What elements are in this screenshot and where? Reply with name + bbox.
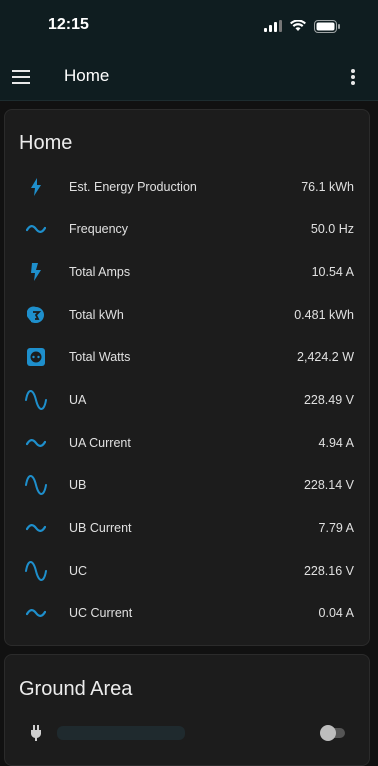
signal-icon	[264, 20, 282, 32]
entity-value: 7.79 A	[318, 521, 354, 535]
card-title: Home	[19, 132, 73, 154]
status-icons	[264, 18, 340, 34]
toggle-knob	[320, 725, 336, 741]
entity-row-uc[interactable]: UC 228.16 V	[5, 550, 369, 592]
sine-wave-icon	[25, 560, 47, 582]
sine-wave-small-icon	[25, 218, 47, 240]
entity-label: UA	[69, 393, 87, 407]
entity-value: 76.1 kWh	[301, 180, 354, 194]
entity-row-ua-current[interactable]: UA Current 4.94 A	[5, 422, 369, 464]
page-title: Home	[64, 66, 110, 85]
entity-value: 0.481 kWh	[294, 308, 354, 322]
flash-icon	[25, 176, 47, 198]
power-toggle[interactable]	[320, 725, 345, 741]
sine-wave-small-icon	[25, 602, 47, 624]
entity-row-total-amps[interactable]: Total Amps 10.54 A	[5, 251, 369, 293]
obscured-entity-label	[57, 726, 185, 740]
more-vertical-icon[interactable]	[350, 68, 356, 86]
wifi-icon	[290, 20, 306, 31]
entity-label: Total Watts	[69, 350, 131, 364]
entity-label: UC	[69, 564, 88, 578]
entity-value: 2,424.2 W	[297, 350, 354, 364]
entity-value: 50.0 Hz	[310, 222, 354, 236]
app-bar: Home	[0, 54, 378, 101]
home-card: Home Est. Energy Production 76.1 kWh Fre…	[4, 109, 370, 646]
socket-icon	[25, 346, 47, 368]
ground-area-card: Ground Area	[4, 654, 370, 766]
entity-label: Est. Energy Production	[69, 180, 197, 194]
entity-row-ub[interactable]: UB 228.14 V	[5, 464, 369, 506]
plug-icon	[31, 725, 41, 741]
entity-value: 228.16 V	[303, 564, 354, 578]
current-icon	[25, 261, 47, 283]
sine-wave-small-icon	[25, 432, 47, 454]
entity-row-total-kwh[interactable]: Total kWh 0.481 kWh	[5, 294, 369, 336]
entity-label: UA Current	[69, 436, 131, 450]
entity-row-est-energy-production[interactable]: Est. Energy Production 76.1 kWh	[5, 166, 369, 208]
entity-row-frequency[interactable]: Frequency 50.0 Hz	[5, 208, 369, 250]
entity-row-ub-current[interactable]: UB Current 7.79 A	[5, 507, 369, 549]
meter-icon	[25, 304, 47, 326]
entity-value: 228.14 V	[303, 478, 354, 492]
entity-label: Total kWh	[69, 308, 124, 322]
entity-row-total-watts[interactable]: Total Watts 2,424.2 W	[5, 336, 369, 378]
sine-wave-small-icon	[25, 517, 47, 539]
sine-wave-icon	[25, 389, 47, 411]
status-bar: 12:15	[0, 0, 378, 54]
entity-row-uc-current[interactable]: UC Current 0.04 A	[5, 592, 369, 634]
entity-label: UC Current	[69, 606, 133, 620]
entity-value: 228.49 V	[303, 393, 354, 407]
entity-value: 10.54 A	[311, 265, 354, 279]
card-title: Ground Area	[19, 678, 133, 700]
entity-value: 4.94 A	[318, 436, 354, 450]
menu-icon[interactable]	[12, 70, 30, 84]
entity-label: Total Amps	[69, 265, 131, 279]
entity-label: UB Current	[69, 521, 132, 535]
battery-icon	[314, 19, 340, 33]
entity-row-ua[interactable]: UA 228.49 V	[5, 379, 369, 421]
status-time: 12:15	[48, 16, 89, 33]
sine-wave-icon	[25, 474, 47, 496]
entity-label: UB	[69, 478, 87, 492]
entity-label: Frequency	[69, 222, 129, 236]
entity-value: 0.04 A	[318, 606, 354, 620]
